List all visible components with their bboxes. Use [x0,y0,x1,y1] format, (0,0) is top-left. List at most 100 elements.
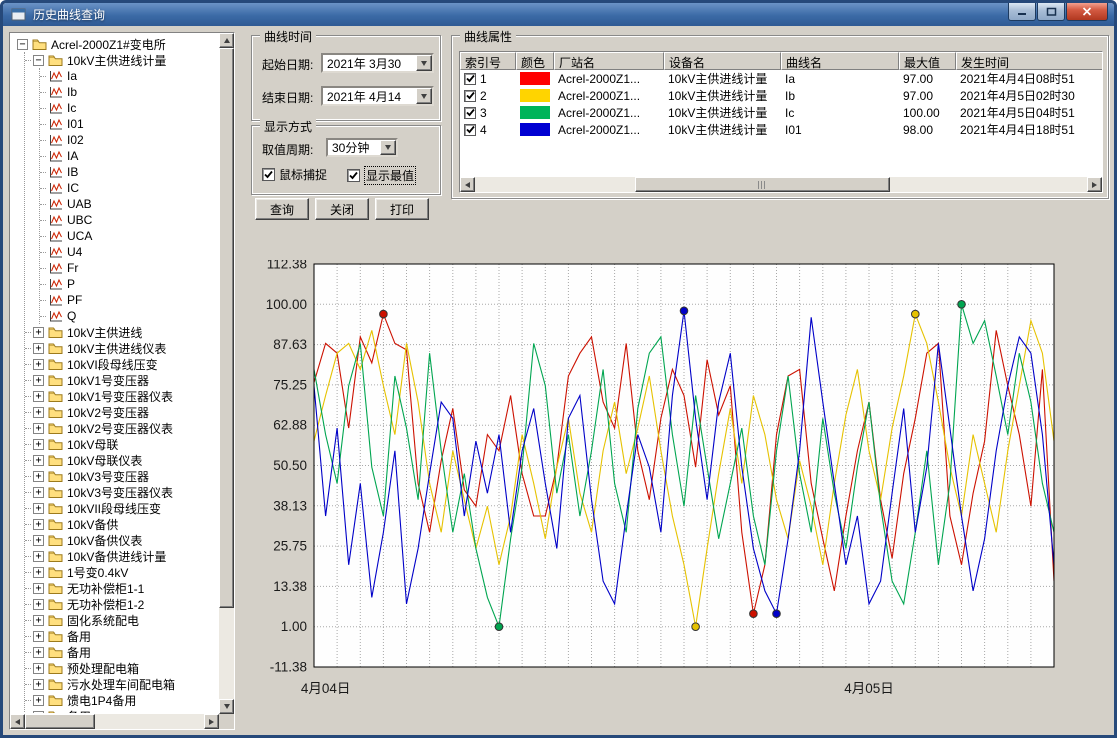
row-checkbox[interactable] [464,107,476,119]
expand-icon[interactable]: + [33,375,44,386]
collapse-icon[interactable]: − [17,39,28,50]
curve-row[interactable]: 3Acrel-2000Z1...10kV主供进线计量Ic100.002021年4… [460,104,1102,121]
scroll-up-button[interactable] [219,33,234,48]
row-checkbox[interactable] [464,124,476,136]
scrollbar-thumb[interactable] [219,48,234,608]
curve-row[interactable]: 4Acrel-2000Z1...10kV主供进线计量I0198.002021年4… [460,121,1102,138]
tree-channel-item[interactable]: UAB [40,196,218,212]
column-header[interactable]: 设备名 [664,52,781,70]
expand-icon[interactable]: + [33,679,44,690]
expand-icon[interactable]: + [33,631,44,642]
scrollbar-track[interactable] [25,714,204,729]
expand-icon[interactable]: + [33,663,44,674]
maximize-button[interactable] [1037,3,1065,21]
tree-folder-item[interactable]: +10kV母联 [25,436,218,452]
tree-vertical-scrollbar[interactable] [219,33,234,714]
chart-canvas[interactable]: 112.38100.0087.6375.2562.8850.5038.1325.… [243,260,1105,708]
expand-icon[interactable]: + [33,455,44,466]
tree-root-substation[interactable]: −Acrel-2000Z1#变电所 [15,36,218,52]
tree-folder-item[interactable]: +10kV1号变压器仪表 [25,388,218,404]
expand-icon[interactable]: + [33,423,44,434]
tree-channel-item[interactable]: PF [40,292,218,308]
row-checkbox[interactable] [464,90,476,102]
scroll-left-button[interactable] [460,177,475,192]
row-checkbox[interactable] [464,73,476,85]
tree-folder-item[interactable]: +10kVI段母线压变 [25,356,218,372]
tree-channel-item[interactable]: I02 [40,132,218,148]
start-date-picker[interactable]: 2021年 3月30 [321,53,434,73]
tree-group-metering[interactable]: −10kV主供进线计量 [25,52,218,68]
tree-folder-item[interactable]: +馈电1P4备用 [25,692,218,708]
curve-row[interactable]: 2Acrel-2000Z1...10kV主供进线计量Ib97.002021年4月… [460,87,1102,104]
close-button[interactable] [1066,3,1108,21]
tree-channel-item[interactable]: Q [40,308,218,324]
tree-channel-item[interactable]: UCA [40,228,218,244]
expand-icon[interactable]: + [33,519,44,530]
tree-folder-item[interactable]: +10kV主供进线仪表 [25,340,218,356]
tree-folder-item[interactable]: +固化系统配电 [25,612,218,628]
scroll-down-button[interactable] [219,699,234,714]
column-header[interactable]: 颜色 [516,52,554,70]
expand-icon[interactable]: + [33,391,44,402]
print-button[interactable]: 打印 [375,198,429,220]
query-button[interactable]: 查询 [255,198,309,220]
close-dialog-button[interactable]: 关闭 [315,198,369,220]
scrollbar-track[interactable] [219,48,234,699]
tree-folder-item[interactable]: +1号变0.4kV [25,564,218,580]
expand-icon[interactable]: + [33,599,44,610]
tree-channel-item[interactable]: Ib [40,84,218,100]
tree-folder-item[interactable]: +10kV母联仪表 [25,452,218,468]
period-dropdown-button[interactable] [380,140,396,155]
tree-folder-item[interactable]: +备用 [25,708,218,713]
expand-icon[interactable]: + [33,551,44,562]
tree-folder-item[interactable]: +10kV3号变压器仪表 [25,484,218,500]
expand-icon[interactable]: + [33,535,44,546]
column-header[interactable]: 厂站名 [554,52,664,70]
tree-channel-item[interactable]: Ic [40,100,218,116]
tree-folder-item[interactable]: +备用 [25,644,218,660]
tree-folder-item[interactable]: +无功补偿柜1-2 [25,596,218,612]
tree-folder-item[interactable]: +10kV备供仪表 [25,532,218,548]
tree-folder-item[interactable]: +10kV备供进线计量 [25,548,218,564]
tree-folder-item[interactable]: +无功补偿柜1-1 [25,580,218,596]
scrollbar-thumb[interactable] [635,177,890,192]
tree-channel-item[interactable]: IA [40,148,218,164]
scrollbar-track[interactable] [475,177,1087,192]
column-header[interactable]: 发生时间 [956,52,1102,70]
tree-channel-item[interactable]: UBC [40,212,218,228]
tree-horizontal-scrollbar[interactable] [10,714,219,729]
end-date-picker[interactable]: 2021年 4月14 [321,86,434,106]
column-header[interactable]: 最大值 [899,52,956,70]
tree-folder-item[interactable]: +污水处理车间配电箱 [25,676,218,692]
table-horizontal-scrollbar[interactable] [460,177,1102,192]
end-date-dropdown-button[interactable] [416,88,432,104]
column-header[interactable]: 索引号 [460,52,516,70]
tree-folder-item[interactable]: +10kV备供 [25,516,218,532]
tree-channel-item[interactable]: P [40,276,218,292]
show-extreme-checkbox[interactable]: 显示最值 [347,166,416,185]
collapse-icon[interactable]: − [33,55,44,66]
period-select[interactable]: 30分钟 [326,138,398,157]
expand-icon[interactable]: + [33,711,44,714]
expand-icon[interactable]: + [33,487,44,498]
tree-folder-item[interactable]: +预处理配电箱 [25,660,218,676]
expand-icon[interactable]: + [33,583,44,594]
tree-channel-item[interactable]: Ia [40,68,218,84]
tree-folder-item[interactable]: +10kV3号变压器 [25,468,218,484]
expand-icon[interactable]: + [33,471,44,482]
tree-folder-item[interactable]: +备用 [25,628,218,644]
column-header[interactable]: 曲线名 [781,52,899,70]
tree-folder-item[interactable]: +10kV2号变压器仪表 [25,420,218,436]
tree-folder-item[interactable]: +10kV2号变压器 [25,404,218,420]
tree-folder-item[interactable]: +10kVII段母线压变 [25,500,218,516]
tree-channel-item[interactable]: IB [40,164,218,180]
expand-icon[interactable]: + [33,439,44,450]
tree-channel-item[interactable]: Fr [40,260,218,276]
expand-icon[interactable]: + [33,615,44,626]
tree-folder-item[interactable]: +10kV主供进线 [25,324,218,340]
tree-folder-item[interactable]: +10kV1号变压器 [25,372,218,388]
expand-icon[interactable]: + [33,567,44,578]
expand-icon[interactable]: + [33,695,44,706]
expand-icon[interactable]: + [33,327,44,338]
tree-channel-item[interactable]: I01 [40,116,218,132]
